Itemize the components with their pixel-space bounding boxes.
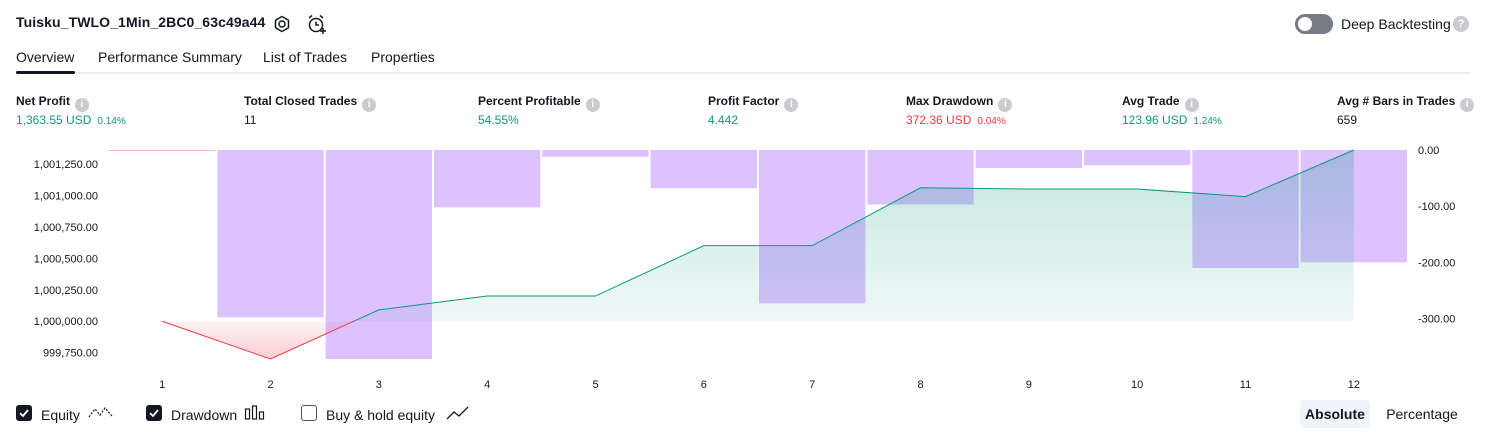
metric-max-drawdown-value: 372.36 USD 0.04% [906,113,1006,127]
right-tick-label: -300.00 [1418,314,1455,326]
metric-avg-bars-label: Avg # Bars in Trades i [1337,94,1475,112]
add-alert-clock-icon[interactable] [306,13,328,35]
buy-hold-line-icon [446,403,470,428]
metric-max-drawdown-label: Max Drawdown i [906,94,1013,112]
left-tick-label: 1,001,250.00 [34,159,98,171]
metric-total-closed-trades-value: 11 [244,113,257,127]
right-tick-label: -200.00 [1418,257,1455,269]
left-tick-label: 1,001,000.00 [34,190,98,202]
drawdown-bar [542,150,649,157]
buy-hold-legend-label[interactable]: Buy & hold equity [326,407,435,423]
info-icon[interactable]: i [998,98,1013,112]
x-tick-label: 1 [159,379,165,391]
left-tick-label: 999,750.00 [43,348,98,360]
info-icon[interactable]: i [362,98,377,112]
drawdown-bar [650,150,757,189]
x-tick-label: 7 [809,379,815,391]
drawdown-bars-icon [244,403,268,428]
info-icon[interactable]: i [585,98,600,112]
x-tick-label: 3 [376,379,382,391]
metric-net-profit-label: Net Profit i [16,94,89,112]
x-tick-label: 2 [267,379,273,391]
x-tick-label: 6 [701,379,707,391]
buy-hold-checkbox[interactable] [301,405,317,421]
drawdown-checkbox[interactable] [146,405,162,421]
strategy-title: Tuisku_TWLO_1Min_2BC0_63c49a44 [16,14,266,30]
info-icon[interactable]: i [1460,98,1475,112]
tabs-divider [16,72,1470,74]
x-tick-label: 12 [1348,379,1360,391]
info-icon[interactable]: i [1184,98,1199,112]
metric-total-closed-trades-label: Total Closed Trades i [244,94,377,112]
metric-avg-bars-value: 659 [1337,113,1358,127]
x-axis: 1 2 3 4 5 6 7 8 9 10 11 12 [159,379,1360,391]
x-tick-label: 11 [1240,379,1251,391]
tab-properties[interactable]: Properties [371,49,435,65]
right-tick-label: -100.00 [1418,201,1455,213]
equity-legend-label[interactable]: Equity [41,407,80,423]
tab-overview[interactable]: Overview [16,49,74,65]
metric-profit-factor-value: 4.442 [708,113,739,127]
toggle-knob [1298,17,1312,31]
active-tab-indicator [16,71,75,74]
drawdown-bar [434,150,541,208]
left-tick-label: 1,000,250.00 [34,285,98,297]
x-tick-label: 10 [1131,379,1143,391]
right-tick-label: 0.00 [1418,145,1439,157]
drawdown-bar [975,150,1082,168]
drawdown-bar [1084,150,1191,166]
equity-line-icon [88,403,114,428]
left-tick-label: 1,000,500.00 [34,253,98,265]
drawdown-bar [325,150,432,359]
equity-checkbox[interactable] [16,405,32,421]
metric-net-profit-value: 1,363.55 USD 0.14% [16,113,126,127]
left-tick-label: 1,000,000.00 [34,316,98,328]
left-axis: 1,001,250.00 1,001,000.00 1,000,750.00 1,00… [34,159,98,360]
x-tick-label: 8 [917,379,923,391]
x-tick-label: 5 [592,379,598,391]
x-tick-label: 9 [1026,379,1032,391]
percentage-mode-button[interactable]: Percentage [1379,400,1465,428]
x-tick-label: 4 [484,379,490,391]
absolute-mode-button[interactable]: Absolute [1300,400,1370,428]
metric-percent-profitable-value: 54.55% [478,113,519,127]
deep-backtesting-label: Deep Backtesting [1341,16,1451,32]
right-axis: 0.00 -100.00 -200.00 -300.00 [1418,145,1455,326]
tab-list-of-trades[interactable]: List of Trades [263,49,347,65]
equity-negative-area [162,321,354,359]
drawdown-legend-label[interactable]: Drawdown [171,407,237,423]
info-icon[interactable]: i [75,98,89,112]
settings-gear-icon[interactable] [272,14,292,34]
help-icon[interactable]: ? [1453,16,1469,32]
metric-profit-factor-label: Profit Factor i [708,94,799,112]
tab-performance-summary[interactable]: Performance Summary [98,49,242,65]
metric-avg-trade-label: Avg Trade i [1122,94,1199,112]
deep-backtesting-toggle[interactable] [1295,14,1333,34]
metric-percent-profitable-label: Percent Profitable i [478,94,600,112]
drawdown-bar [217,150,324,318]
metric-avg-trade-value: 123.96 USD 1.24% [1122,113,1222,127]
left-tick-label: 1,000,750.00 [34,222,98,234]
equity-drawdown-chart[interactable]: 1,001,250.00 1,001,000.00 1,000,750.00 1,00… [0,140,1486,395]
info-icon[interactable]: i [784,98,799,112]
